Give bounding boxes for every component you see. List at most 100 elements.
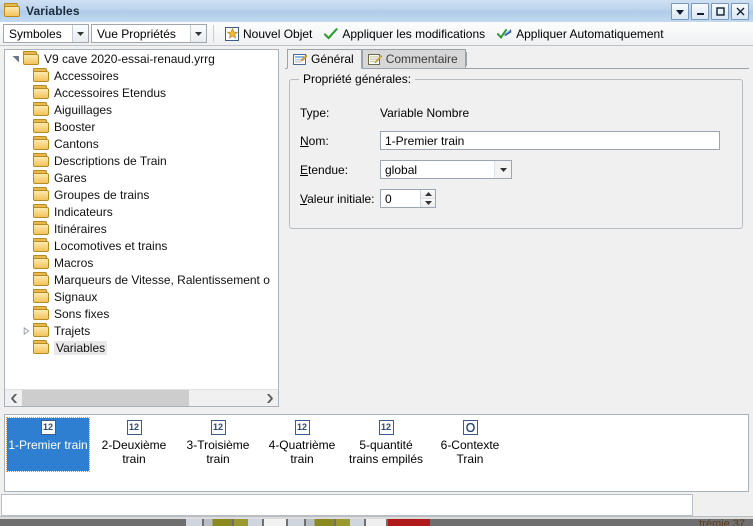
tree-item-10[interactable]: Locomotives et trains [5,237,278,254]
folder-icon [33,84,49,101]
tree-item-15[interactable]: Trajets [5,322,278,339]
tree-item-6[interactable]: Gares [5,169,278,186]
apply-automatically-button[interactable]: Appliquer Automatiquement [492,24,668,44]
list-item[interactable]: 6-Contexte Train [429,418,511,471]
tree-item-9[interactable]: Itinéraires [5,220,278,237]
expand-triangle-icon[interactable] [19,322,33,339]
list-item[interactable]: 12 2-Deuxième train [93,418,175,471]
object-tree: V9 cave 2020-essai-renaud.yrrg Accessoir… [5,50,278,388]
chevron-down-icon [190,25,206,42]
title-bar: Variables [0,0,753,23]
stepper-up-icon[interactable] [421,190,435,199]
folder-icon [33,339,49,356]
scroll-left-icon[interactable] [5,390,22,406]
folder-icon [33,135,49,152]
check-gear-icon [497,28,512,40]
view-combo-value: Vue Propriétés [97,26,176,41]
collapse-triangle-icon[interactable] [9,50,23,67]
number-variable-glyph-text: 12 [40,420,56,435]
window-menu-button[interactable] [671,3,689,20]
tab-general[interactable]: Général [287,49,362,69]
tree-item-4[interactable]: Cantons [5,135,278,152]
initial-value-stepper[interactable]: 0 [380,189,436,208]
tabstrip-divider [465,52,467,66]
general-properties-group: Propriété générales: Type: Variable Nomb… [289,72,743,229]
sprite-wagon [186,519,202,526]
list-item[interactable]: 12 5-quantité trains empilés [345,418,427,471]
window-folder-icon [4,3,22,19]
tree-item-1[interactable]: Accessoires Etendus [5,84,278,101]
minimize-button[interactable] [691,3,709,20]
toolbar-separator [213,25,214,42]
folder-icon [33,101,49,118]
folder-icon [33,152,49,169]
variables-icon-list[interactable]: 12 1-Premier train 12 2-Deuxième train 12 3-T… [4,414,749,492]
window-controls [671,3,749,20]
scrollbar-track[interactable] [22,390,261,406]
scrollbar-thumb[interactable] [22,390,190,406]
apply-changes-button[interactable]: Appliquer les modifications [319,24,490,44]
tree-horizontal-scrollbar[interactable] [5,389,278,406]
number-variable-glyph-text: 12 [378,420,394,435]
list-item[interactable]: 12 3-Troisième train [177,418,259,471]
properties-icon [293,53,308,66]
background-window-strip: trémie 37 [0,494,753,526]
folder-icon [33,220,49,237]
tree-item-label: Trajets [54,323,91,338]
close-button[interactable] [731,3,749,20]
tree-item-label: Accessoires [54,68,119,83]
tree-item-2[interactable]: Aiguillages [5,101,278,118]
number-variable-glyph-text: 12 [126,420,142,435]
tree-item-label: Groupes de trains [54,187,150,202]
symbols-combo[interactable]: Symboles [3,24,89,43]
view-combo[interactable]: Vue Propriétés [91,24,207,43]
number-variable-icon: 12 [210,420,226,435]
folder-icon [33,118,49,135]
tree-item-label: Accessoires Etendus [54,85,167,100]
object-tree-panel[interactable]: V9 cave 2020-essai-renaud.yrrg Accessoir… [4,49,279,407]
tree-item-0[interactable]: Accessoires [5,67,278,84]
folder-icon [33,169,49,186]
tab-commentaire[interactable]: Commentaire [361,49,466,68]
tree-item-label: Signaux [54,289,98,304]
list-item-label: 3-Troisième train [186,438,250,466]
tree-item-7[interactable]: Groupes de trains [5,186,278,203]
number-variable-icon: 12 [40,420,56,435]
tree-item-3[interactable]: Booster [5,118,278,135]
scroll-right-icon[interactable] [261,390,278,406]
number-variable-glyph-text: 12 [294,420,310,435]
tree-item-label: Locomotives et trains [54,238,168,253]
list-item[interactable]: 12 1-Premier train [6,417,90,472]
apply-automatically-label: Appliquer Automatiquement [516,26,664,41]
background-sprites [186,519,432,526]
folder-icon [33,288,49,305]
scope-combo[interactable]: global [380,160,512,179]
apply-changes-label: Appliquer les modifications [342,26,486,41]
tree-item-label: Booster [54,119,96,134]
tree-item-label: Itinéraires [54,221,107,236]
maximize-button[interactable] [711,3,729,20]
tree-item-11[interactable]: Macros [5,254,278,271]
tree-item-12[interactable]: Marqueurs de Vitesse, Ralentissement o [5,271,278,288]
symbols-combo-value: Symboles [9,26,62,41]
tree-item-label: Marqueurs de Vitesse, Ralentissement o [54,272,270,287]
tree-item-14[interactable]: Sons fixes [5,305,278,322]
stepper-down-icon[interactable] [421,199,435,207]
folder-icon [33,322,49,339]
name-input[interactable]: 1-Premier train [380,131,720,150]
new-object-button[interactable]: Nouvel Objet [220,24,317,44]
sprite-blank [264,519,286,526]
tree-item-8[interactable]: Indicateurs [5,203,278,220]
sprite-loco-2 [306,519,334,526]
initial-value-input[interactable]: 0 [381,192,420,206]
background-window-label: trémie 37 [699,518,745,526]
tree-row-root[interactable]: V9 cave 2020-essai-renaud.yrrg [5,50,278,67]
sprite-loco [204,519,232,526]
stepper-buttons[interactable] [420,190,435,207]
tree-item-13[interactable]: Signaux [5,288,278,305]
tree-item-5[interactable]: Descriptions de Train [5,152,278,169]
list-item[interactable]: 12 4-Quatrième train [261,418,343,471]
tree-item-16[interactable]: Variables [5,339,278,356]
tab-general-label: Général [311,52,354,66]
folder-icon [33,203,49,220]
